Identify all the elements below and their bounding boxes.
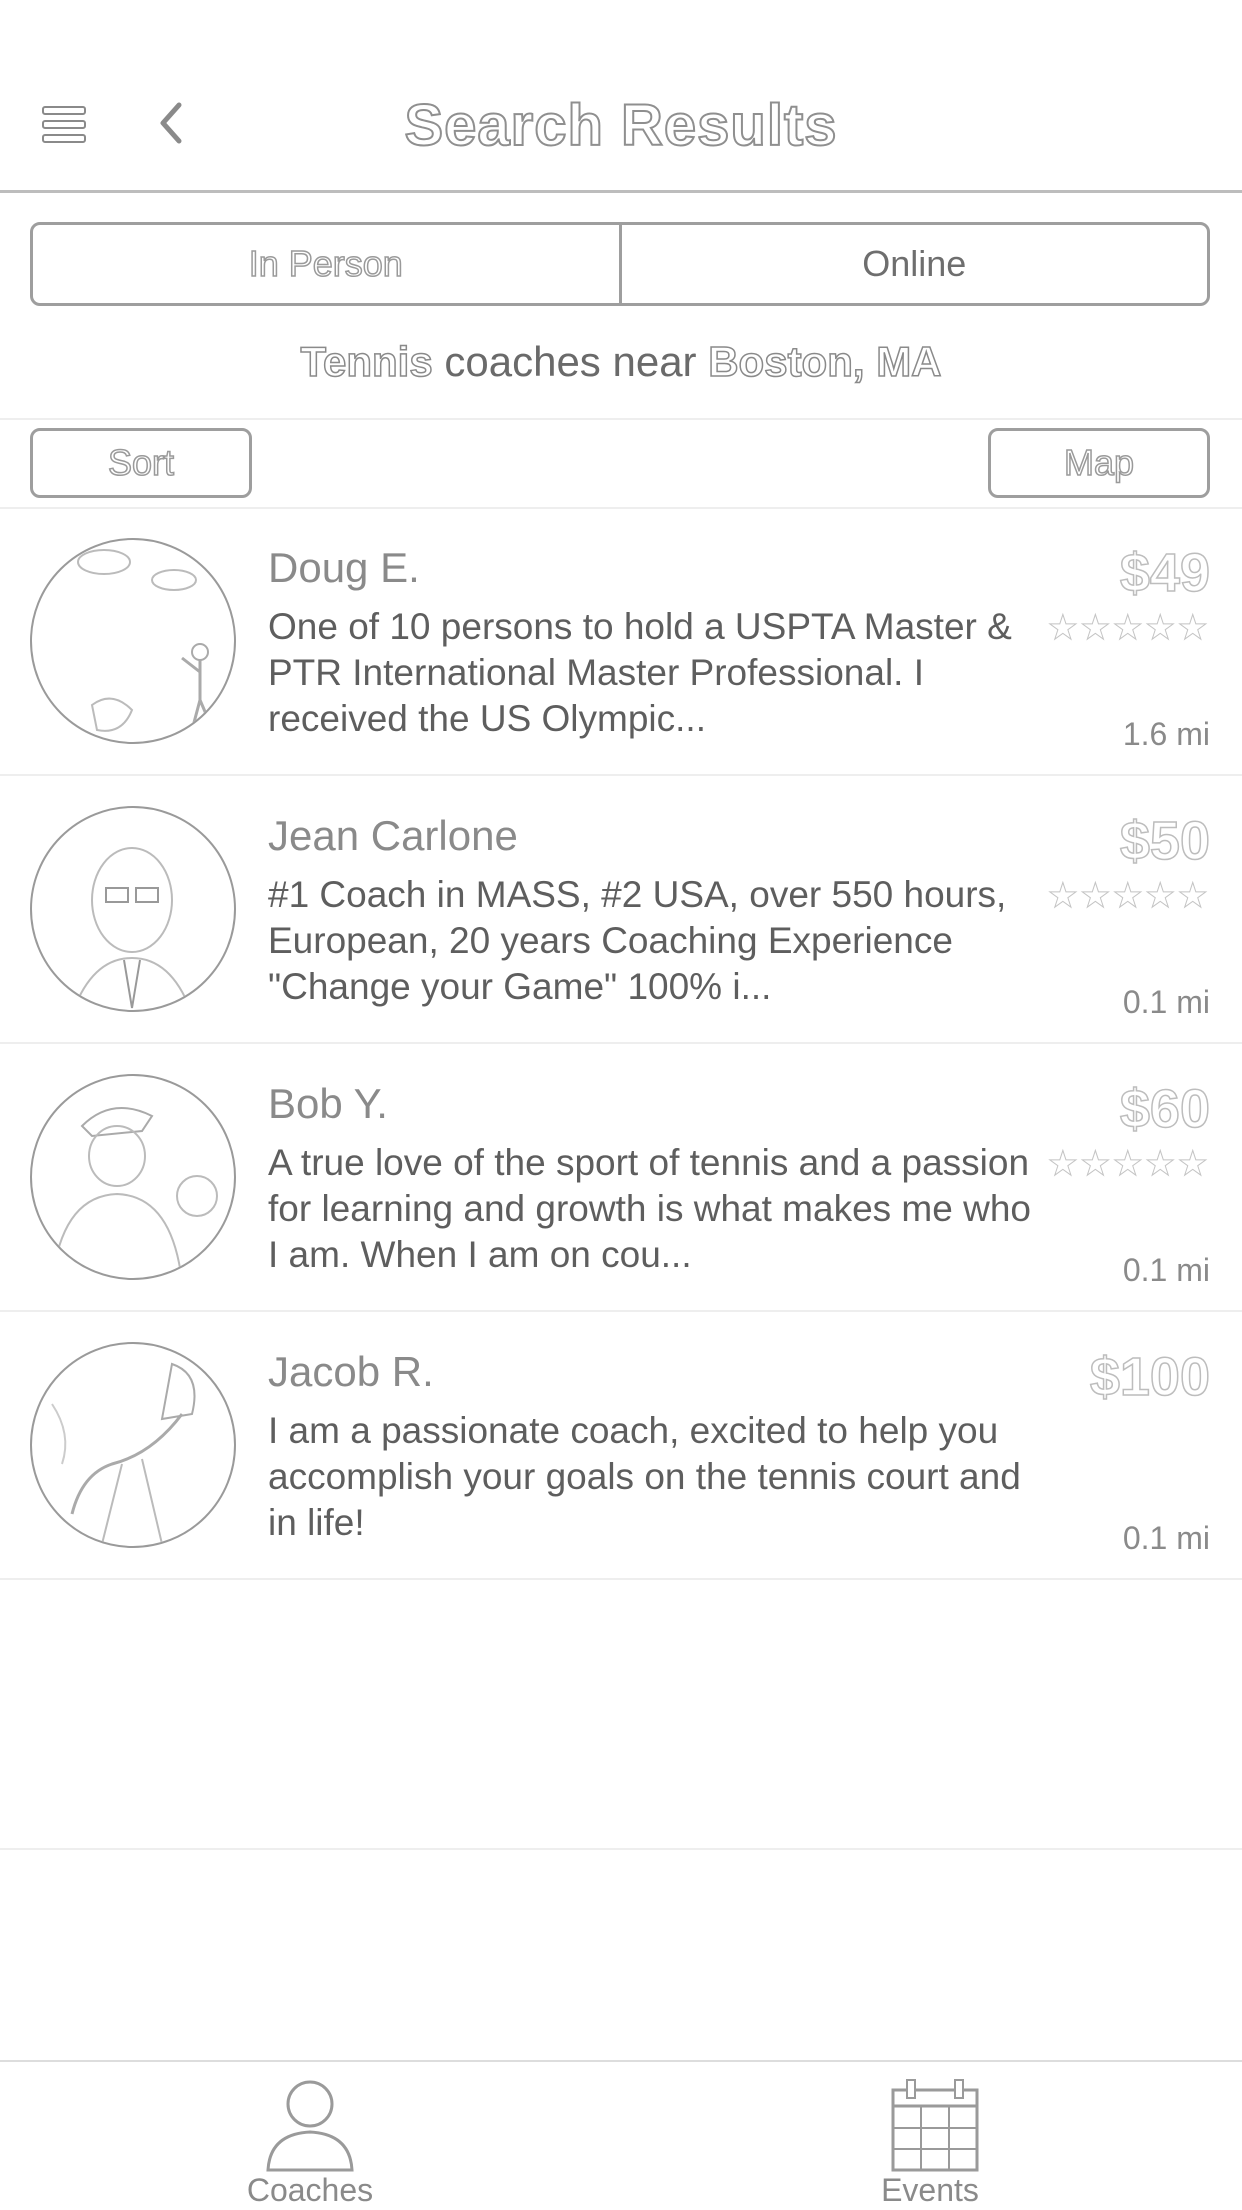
tab-events[interactable]: Events [780, 2072, 1080, 2210]
coach-name: Jean Carlone [268, 812, 518, 859]
rating-stars: ★★★★★ [1047, 1145, 1210, 1184]
top-bar: Search Results [0, 0, 1242, 193]
coach-price: $100 [1089, 1346, 1211, 1408]
coach-bio: I am a passionate coach, excited to help… [268, 1410, 1021, 1543]
segment-online[interactable]: Online [622, 225, 1208, 303]
sport-name: Tennis [300, 337, 434, 386]
mode-segmented-control: In Person Online [30, 222, 1210, 306]
coach-name: Jacob R. [268, 1348, 434, 1395]
coach-name: Bob Y. [268, 1080, 388, 1127]
coach-avatar [30, 538, 236, 744]
divider [0, 1848, 1242, 1850]
coach-distance: 0.1 mi [1122, 1252, 1210, 1288]
coach-avatar [30, 1074, 236, 1280]
divider [0, 418, 1242, 420]
coach-bio: One of 10 persons to hold a USPTA Master… [268, 606, 1012, 739]
coach-distance: 1.6 mi [1122, 716, 1210, 752]
coach-price: $49 [1119, 542, 1211, 604]
location-name: Boston, MA [707, 337, 942, 386]
coach-price: $50 [1119, 810, 1211, 872]
tab-label-events: Events [881, 2172, 979, 2208]
map-button[interactable]: Map [988, 428, 1210, 498]
page-title: Search Results [403, 92, 838, 159]
sort-button[interactable]: Sort [30, 428, 252, 498]
coach-bio: #1 Coach in MASS, #2 USA, over 550 hours… [268, 874, 1007, 1007]
rating-stars: ★★★★★ [1047, 877, 1210, 916]
coach-row[interactable]: Jean Carlone #1 Coach in MASS, #2 USA, o… [0, 776, 1242, 1044]
calendar-icon [891, 2079, 979, 2172]
search-description: Tennis coaches near Boston, MA [0, 337, 1242, 386]
tab-coaches[interactable]: Coaches [160, 2072, 460, 2210]
search-connector: coaches near [432, 338, 709, 385]
coach-distance: 0.1 mi [1122, 1520, 1210, 1556]
coach-avatar [30, 1342, 236, 1548]
coach-row[interactable]: Jacob R. I am a passionate coach, excite… [0, 1312, 1242, 1580]
coach-distance: 0.1 mi [1122, 984, 1210, 1020]
coach-row[interactable]: Bob Y. A true love of the sport of tenni… [0, 1044, 1242, 1312]
segment-in-person[interactable]: In Person [33, 225, 622, 303]
coach-avatar [30, 806, 236, 1012]
rating-stars: ★★★★★ [1047, 609, 1210, 648]
coach-price: $60 [1119, 1078, 1211, 1140]
tab-label-coaches: Coaches [246, 2172, 374, 2208]
person-icon [266, 2080, 354, 2172]
tab-bar: Coaches Events [0, 2060, 1242, 2210]
coach-name: Doug E. [268, 544, 420, 591]
coach-row[interactable]: Doug E. One of 10 persons to hold a USPT… [0, 508, 1242, 776]
coach-bio: A true love of the sport of tennis and a… [268, 1142, 1031, 1275]
